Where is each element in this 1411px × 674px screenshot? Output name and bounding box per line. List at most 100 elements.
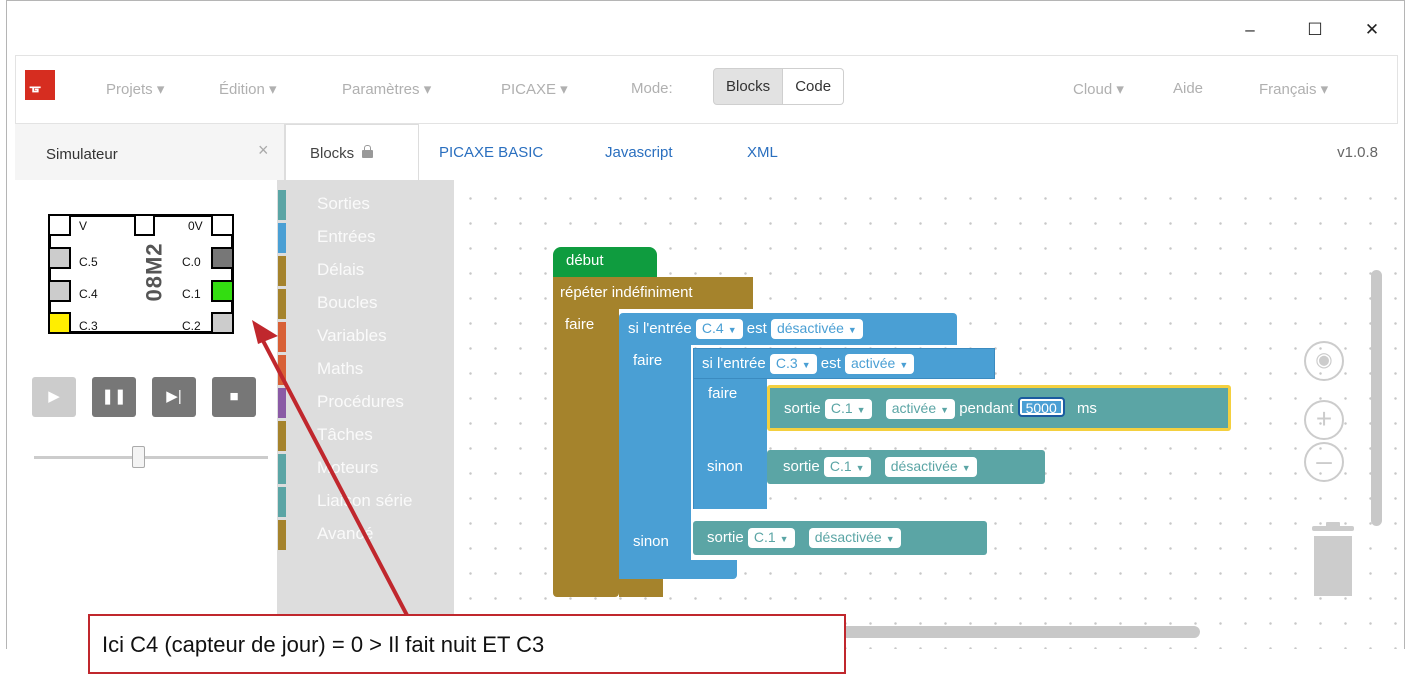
if-block-c3-body[interactable]: faire xyxy=(693,379,767,509)
tabs-row: Simulateur × Blocks PICAXE BASIC Javascr… xyxy=(15,123,1398,182)
duration-input[interactable]: 5000 xyxy=(1017,397,1065,417)
state-dropdown[interactable]: désactivée ▼ xyxy=(884,457,977,477)
pin-value: C.1 xyxy=(829,458,852,474)
play-button[interactable]: ▶ xyxy=(32,377,76,417)
close-button[interactable]: ✕ xyxy=(1349,15,1395,45)
if-label: si l'entrée xyxy=(628,320,692,337)
menu-aide[interactable]: Aide xyxy=(1173,80,1203,97)
pin-dropdown[interactable]: C.4 ▼ xyxy=(695,319,743,339)
mode-blocks-button[interactable]: Blocks xyxy=(713,68,784,105)
unit-label: ms xyxy=(1076,400,1097,417)
pin-label: C.0 xyxy=(182,255,201,269)
menu-projets[interactable]: Projets ▾ xyxy=(106,80,164,98)
category-delais[interactable]: Délais xyxy=(278,256,454,286)
pin-dropdown[interactable]: C.1 ▼ xyxy=(823,457,871,477)
state-dropdown[interactable]: activée ▼ xyxy=(885,399,956,419)
category-color xyxy=(278,454,286,484)
navbar: ᚗ Projets ▾ Édition ▾ Paramètres ▾ PICAX… xyxy=(15,55,1398,123)
category-color xyxy=(278,487,286,517)
else-label-outer: sinon xyxy=(633,533,669,550)
horizontal-scrollbar[interactable] xyxy=(800,626,1200,638)
start-label: début xyxy=(566,252,604,269)
category-label: Liaison série xyxy=(317,491,413,510)
pin-v[interactable] xyxy=(48,214,71,236)
pin-dropdown[interactable]: C.1 ▼ xyxy=(747,528,795,548)
menu-language[interactable]: Français ▾ xyxy=(1259,80,1328,98)
category-color xyxy=(278,289,286,319)
output-block-selected[interactable]: sortie C.1 ▼ activée ▼ pendant 5000 ms xyxy=(767,385,1231,431)
category-label: Tâches xyxy=(317,425,373,444)
menu-edition[interactable]: Édition ▾ xyxy=(219,80,277,98)
lock-icon xyxy=(362,145,374,158)
category-moteurs[interactable]: Moteurs xyxy=(278,454,454,484)
output-label: sortie xyxy=(707,529,744,546)
pin-c2[interactable] xyxy=(211,312,234,334)
tab-blocks-label: Blocks xyxy=(310,145,355,162)
category-liaison-serie[interactable]: Liaison série xyxy=(278,487,454,517)
category-variables[interactable]: Variables xyxy=(278,322,454,352)
tab-blocks[interactable]: Blocks xyxy=(285,124,419,182)
menu-cloud[interactable]: Cloud ▾ xyxy=(1073,80,1124,98)
category-taches[interactable]: Tâches xyxy=(278,421,454,451)
output-block-else-inner[interactable]: sortie C.1 ▼ désactivée ▼ xyxy=(767,450,1045,484)
state-value: activée xyxy=(891,400,937,416)
category-sorties[interactable]: Sorties xyxy=(278,190,454,220)
zoom-in-icon[interactable]: + xyxy=(1304,400,1344,440)
menu-picaxe[interactable]: PICAXE ▾ xyxy=(501,80,568,98)
category-entrees[interactable]: Entrées xyxy=(278,223,454,253)
maximize-button[interactable]: ☐ xyxy=(1292,15,1338,45)
pin-dropdown[interactable]: C.3 ▼ xyxy=(769,354,817,374)
loop-block-header[interactable]: répéter indéfiniment xyxy=(553,277,753,309)
category-boucles[interactable]: Boucles xyxy=(278,289,454,319)
pin-c4[interactable] xyxy=(48,280,71,302)
simulator-panel: V C.5 C.4 C.3 0V C.0 C.1 C.2 08M2 ▶ ❚❚ ▶… xyxy=(8,180,278,649)
minimize-button[interactable]: – xyxy=(1227,15,1273,45)
mode-code-button[interactable]: Code xyxy=(783,68,845,105)
speed-slider[interactable] xyxy=(34,456,268,459)
pin-c5[interactable] xyxy=(48,247,71,269)
tab-javascript[interactable]: Javascript xyxy=(605,124,673,182)
trash-icon[interactable] xyxy=(1308,520,1358,600)
tab-picaxe-basic[interactable]: PICAXE BASIC xyxy=(439,124,543,182)
slider-thumb[interactable] xyxy=(132,446,145,468)
pin-label: C.2 xyxy=(182,319,201,333)
picaxe-logo-icon[interactable]: ᚗ xyxy=(25,70,55,100)
state-value: désactivée xyxy=(890,458,958,474)
is-label: est xyxy=(820,355,841,372)
vertical-scrollbar[interactable] xyxy=(1371,270,1382,526)
title-bar: – ☐ ✕ xyxy=(7,1,1404,55)
version-label: v1.0.8 xyxy=(1337,144,1378,161)
if-block-c4[interactable]: si l'entrée C.4 ▼ est désactivée ▼ xyxy=(619,313,957,345)
pause-button[interactable]: ❚❚ xyxy=(92,377,136,417)
state-dropdown[interactable]: désactivée ▼ xyxy=(770,319,863,339)
category-label: Boucles xyxy=(317,293,378,312)
if-block-c3[interactable]: si l'entrée C.3 ▼ est activée ▼ xyxy=(693,348,995,379)
category-color xyxy=(278,322,286,352)
center-icon[interactable]: ◉ xyxy=(1304,341,1344,381)
do-label: faire xyxy=(633,352,663,369)
tab-xml[interactable]: XML xyxy=(747,124,778,182)
loop-block-body[interactable]: faire xyxy=(553,309,619,597)
start-block[interactable]: début xyxy=(553,247,657,277)
chip-notch xyxy=(134,214,155,236)
stop-button[interactable]: ■ xyxy=(212,377,256,417)
category-avance[interactable]: Avancé xyxy=(278,520,454,550)
zoom-out-icon[interactable]: – xyxy=(1304,442,1344,482)
state-dropdown[interactable]: désactivée ▼ xyxy=(808,528,901,548)
do-label: faire xyxy=(708,385,738,402)
close-icon[interactable]: × xyxy=(258,140,269,161)
pin-c0[interactable] xyxy=(211,247,234,269)
pin-0v[interactable] xyxy=(211,214,234,236)
category-procedures[interactable]: Procédures xyxy=(278,388,454,418)
output-block-else-outer[interactable]: sortie C.1 ▼ désactivée ▼ xyxy=(693,521,987,555)
category-maths[interactable]: Maths xyxy=(278,355,454,385)
step-button[interactable]: ▶| xyxy=(152,377,196,417)
pin-c3[interactable] xyxy=(48,312,71,334)
pin-dropdown[interactable]: C.1 ▼ xyxy=(824,399,872,419)
menu-parametres[interactable]: Paramètres ▾ xyxy=(342,80,431,98)
pin-c1[interactable] xyxy=(211,280,234,302)
state-dropdown[interactable]: activée ▼ xyxy=(844,354,915,374)
output-label: sortie xyxy=(784,400,821,417)
pin-label: 0V xyxy=(188,219,203,233)
category-color xyxy=(278,520,286,550)
